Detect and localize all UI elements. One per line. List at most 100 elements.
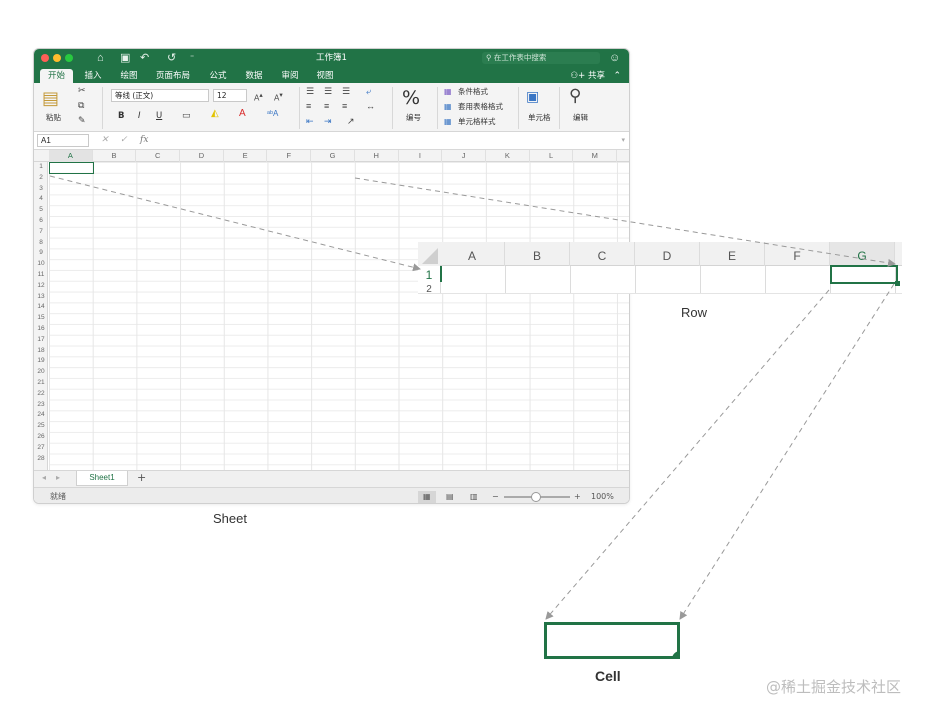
tab-data[interactable]: 数据	[243, 69, 265, 83]
row-header-28[interactable]: 28	[34, 454, 48, 465]
column-header-e[interactable]: E	[224, 150, 268, 162]
tab-home[interactable]: 开始	[40, 69, 73, 83]
font-name-select[interactable]: 等线 (正文)	[111, 89, 209, 102]
fx-label[interactable]: fx	[140, 134, 148, 147]
row-header-24[interactable]: 24	[34, 410, 48, 421]
grow-font-icon[interactable]: A▴	[254, 90, 263, 104]
row-header-21[interactable]: 21	[34, 378, 48, 389]
cut-icon[interactable]: ✂	[78, 85, 86, 96]
tab-insert[interactable]: 插入	[82, 69, 104, 83]
column-header-l[interactable]: L	[530, 150, 574, 162]
phonetic-icon[interactable]: ᵃᵇA	[267, 108, 278, 119]
conditional-format-button[interactable]: 条件格式	[458, 87, 488, 97]
shrink-font-icon[interactable]: A▾	[274, 90, 283, 104]
format-painter-icon[interactable]: ✎	[78, 115, 86, 126]
decrease-indent-icon[interactable]: ⇤	[306, 116, 314, 127]
worksheet-grid[interactable]: ABCDEFGHIJKLM 1 2 3 4 5 6 7 8 9 10 11 12 13 14 15 16 17 1…	[34, 150, 629, 470]
prev-sheet-icon[interactable]: ◂	[42, 472, 46, 484]
row-header-2[interactable]: 2	[34, 173, 48, 184]
expand-formula-icon[interactable]: ▾	[621, 134, 625, 147]
column-header-b[interactable]: B	[93, 150, 137, 162]
column-header-h[interactable]: H	[355, 150, 399, 162]
find-icon[interactable]: ⚲	[569, 85, 581, 107]
cells-icon[interactable]: ▣	[526, 87, 539, 105]
bold-button[interactable]: B	[118, 111, 124, 121]
align-left-icon[interactable]: ≡	[306, 101, 311, 112]
row-header-9[interactable]: 9	[34, 248, 48, 259]
zoom-slider-thumb[interactable]	[531, 492, 541, 502]
row-header-23[interactable]: 23	[34, 400, 48, 411]
sheet-tab[interactable]: Sheet1	[76, 471, 128, 486]
next-sheet-icon[interactable]: ▸	[56, 472, 60, 484]
align-top-icon[interactable]: ☰	[306, 86, 314, 97]
row-header-22[interactable]: 22	[34, 389, 48, 400]
align-middle-icon[interactable]: ☰	[324, 86, 332, 97]
tab-formulas[interactable]: 公式	[207, 69, 229, 83]
align-center-icon[interactable]: ≡	[324, 101, 329, 112]
merge-cells-icon[interactable]: ↔	[366, 101, 375, 112]
collapse-ribbon-icon[interactable]: ⌃	[613, 68, 621, 82]
share-button[interactable]: ⚇+ 共享	[571, 69, 605, 83]
column-header-k[interactable]: K	[486, 150, 530, 162]
name-box[interactable]: A1	[37, 134, 89, 147]
row-header-7[interactable]: 7	[34, 227, 48, 238]
cell-area[interactable]	[49, 162, 629, 470]
row-header-16[interactable]: 16	[34, 324, 48, 335]
copy-icon[interactable]: ⧉	[78, 100, 84, 111]
page-layout-view-icon[interactable]: ▤	[446, 491, 454, 503]
tab-draw[interactable]: 绘图	[118, 69, 140, 83]
tab-review[interactable]: 审阅	[279, 69, 301, 83]
row-header-8[interactable]: 8	[34, 238, 48, 249]
normal-view-icon[interactable]: ▦	[418, 491, 436, 503]
wrap-text-icon[interactable]: ⤶	[366, 86, 371, 97]
row-header-5[interactable]: 5	[34, 205, 48, 216]
row-header-4[interactable]: 4	[34, 194, 48, 205]
row-header-18[interactable]: 18	[34, 346, 48, 357]
clipboard-icon[interactable]: ▤	[42, 87, 59, 109]
row-header-6[interactable]: 6	[34, 216, 48, 227]
row-header-11[interactable]: 11	[34, 270, 48, 281]
column-header-c[interactable]: C	[136, 150, 181, 162]
column-header-j[interactable]: J	[442, 150, 486, 162]
row-header-17[interactable]: 17	[34, 335, 48, 346]
row-header-25[interactable]: 25	[34, 421, 48, 432]
add-sheet-button[interactable]: +	[137, 472, 146, 484]
enter-icon[interactable]: ✓	[120, 134, 128, 147]
column-header-d[interactable]: D	[180, 150, 224, 162]
selected-cell-a1[interactable]	[49, 162, 94, 174]
row-header-10[interactable]: 10	[34, 259, 48, 270]
zoom-out-button[interactable]: −	[492, 491, 499, 503]
table-format-button[interactable]: 套用表格格式	[458, 102, 503, 112]
orientation-icon[interactable]: ↗	[347, 116, 355, 127]
sheet-search-input[interactable]: ⚲ 在工作表中搜索	[482, 52, 600, 64]
row-header-27[interactable]: 27	[34, 443, 48, 454]
underline-button[interactable]: U	[156, 111, 162, 121]
row-header-1[interactable]: 1	[34, 162, 48, 173]
fill-color-icon[interactable]: ◭	[211, 108, 219, 119]
cell-style-button[interactable]: 单元格样式	[458, 117, 496, 127]
increase-indent-icon[interactable]: ⇥	[324, 116, 332, 127]
row-header-12[interactable]: 12	[34, 281, 48, 292]
row-header-26[interactable]: 26	[34, 432, 48, 443]
italic-button[interactable]: I	[138, 111, 141, 121]
column-header-g[interactable]: G	[311, 150, 355, 162]
borders-icon[interactable]: ▭	[182, 110, 191, 121]
tab-page-layout[interactable]: 页面布局	[153, 69, 193, 83]
column-header-m[interactable]: M	[573, 150, 618, 162]
column-header-a[interactable]: A	[49, 150, 93, 162]
font-size-select[interactable]: 12	[213, 89, 247, 102]
column-header-f[interactable]: F	[268, 150, 312, 162]
font-color-icon[interactable]: A	[239, 108, 246, 119]
row-header-15[interactable]: 15	[34, 313, 48, 324]
row-header-14[interactable]: 14	[34, 302, 48, 313]
align-bottom-icon[interactable]: ☰	[342, 86, 350, 97]
zoom-in-button[interactable]: +	[574, 491, 581, 503]
row-header-20[interactable]: 20	[34, 367, 48, 378]
align-right-icon[interactable]: ≡	[342, 101, 347, 112]
column-header-i[interactable]: I	[399, 150, 443, 162]
row-header-19[interactable]: 19	[34, 356, 48, 367]
cancel-icon[interactable]: ✕	[101, 134, 109, 147]
percent-icon[interactable]: %	[402, 87, 420, 109]
zoom-level[interactable]: 100%	[591, 491, 614, 503]
tab-view[interactable]: 视图	[314, 69, 336, 83]
